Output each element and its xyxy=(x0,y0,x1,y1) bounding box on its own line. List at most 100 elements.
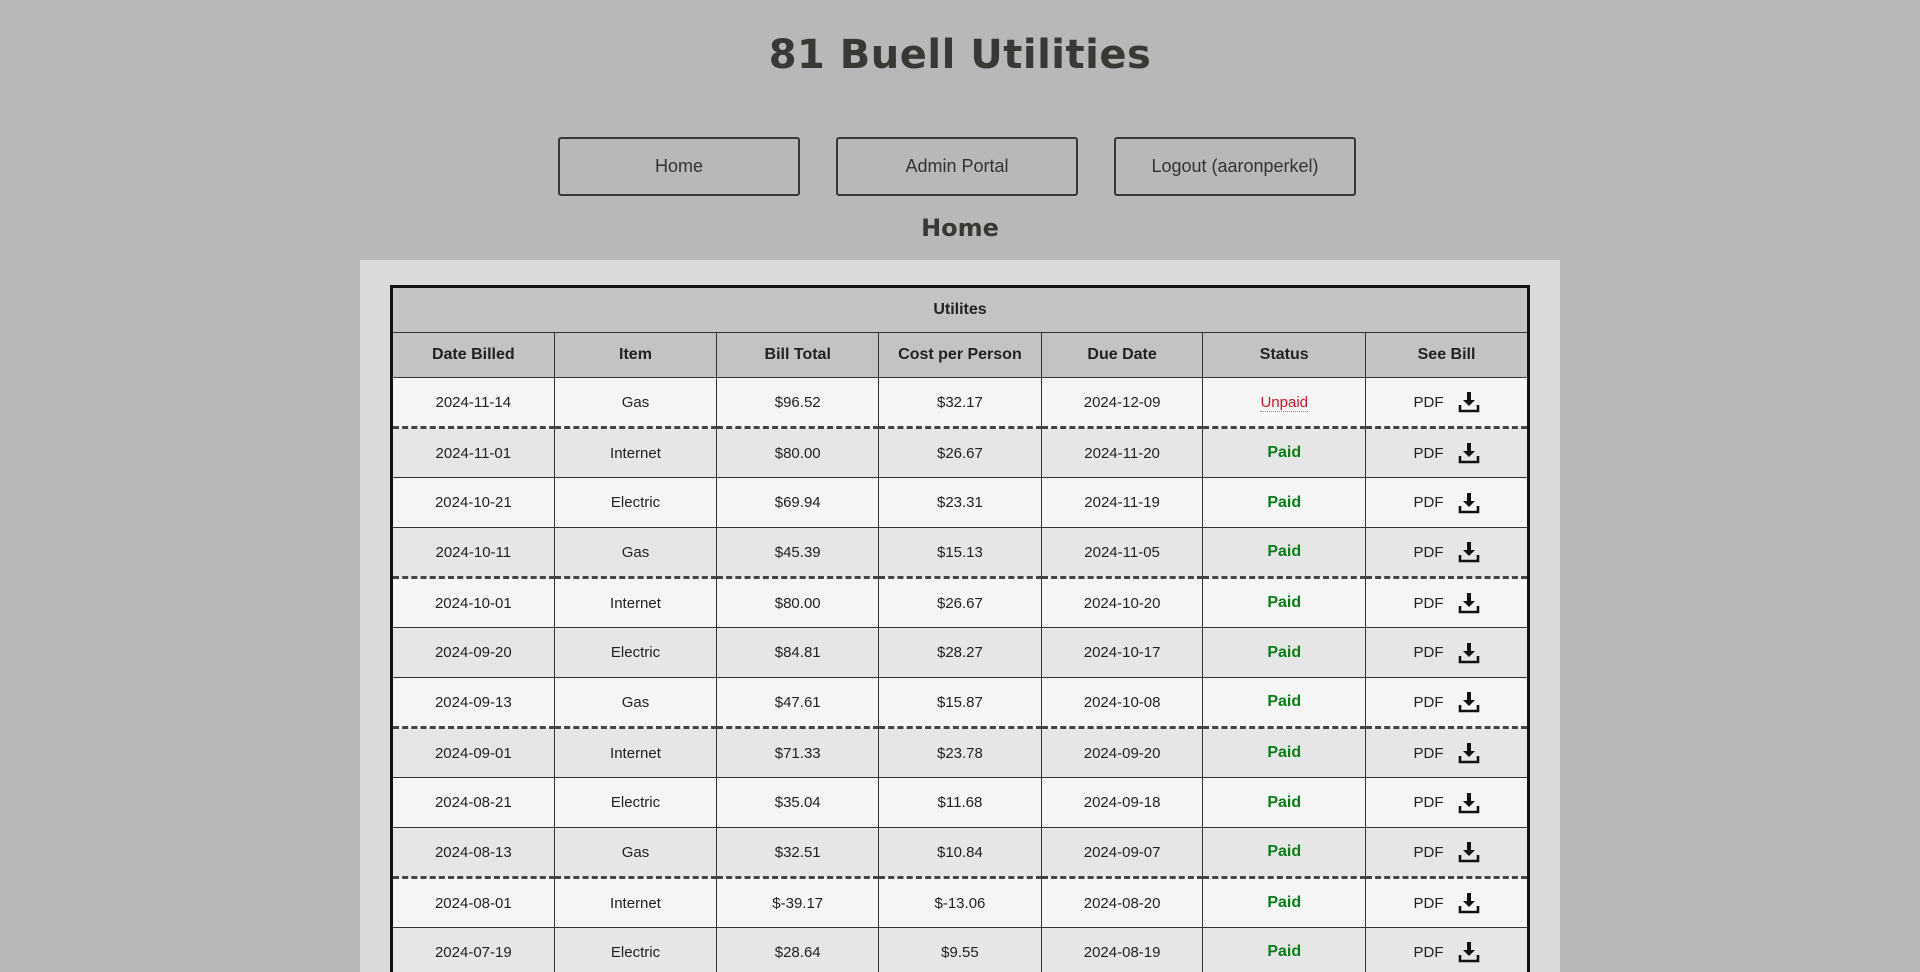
date-billed-cell: 2024-10-21 xyxy=(391,477,555,528)
download-icon[interactable] xyxy=(1458,742,1480,764)
status-cell: Paid xyxy=(1202,927,1367,972)
pdf-download-link[interactable]: PDF xyxy=(1414,941,1480,963)
status-badge: Paid xyxy=(1267,444,1302,461)
item-name: Electric xyxy=(610,644,661,661)
see-bill-cell: PDF xyxy=(1365,527,1529,579)
bill-total-cell: $45.39 xyxy=(716,527,880,579)
item-cell: Internet xyxy=(553,877,718,928)
download-icon[interactable] xyxy=(1458,492,1480,514)
status-badge[interactable]: Unpaid xyxy=(1260,393,1308,412)
status-badge: Paid xyxy=(1267,793,1302,811)
status-cell: Paid xyxy=(1202,677,1367,729)
download-icon[interactable] xyxy=(1458,691,1480,713)
pdf-label: PDF xyxy=(1413,894,1444,912)
admin-portal-button[interactable]: Admin Portal xyxy=(836,137,1078,196)
item-cell: Internet xyxy=(553,727,718,778)
pdf-label: PDF xyxy=(1413,644,1444,661)
download-icon[interactable] xyxy=(1458,892,1480,914)
date-billed-cell: 2024-09-20 xyxy=(391,627,555,678)
due-date-cell: 2024-11-05 xyxy=(1040,527,1204,579)
see-bill-cell: PDF xyxy=(1365,777,1529,828)
pdf-download-link[interactable]: PDF xyxy=(1414,892,1480,914)
pdf-label: PDF xyxy=(1413,543,1444,561)
pdf-download-link[interactable]: PDF xyxy=(1414,592,1480,614)
date-billed: 2024-11-14 xyxy=(435,393,512,411)
cost-per-person: $23.31 xyxy=(936,494,983,511)
pdf-download-link[interactable]: PDF xyxy=(1414,391,1480,413)
status-badge: Paid xyxy=(1267,594,1302,611)
pdf-download-link[interactable]: PDF xyxy=(1414,492,1480,514)
due-date-cell: 2024-11-19 xyxy=(1040,477,1204,528)
date-billed-cell: 2024-10-01 xyxy=(391,577,555,628)
date-billed: 2024-09-20 xyxy=(434,644,512,661)
download-icon[interactable] xyxy=(1458,642,1480,664)
bill-total-cell: $71.33 xyxy=(716,727,880,778)
status-badge: Paid xyxy=(1267,894,1302,911)
due-date: 2024-09-18 xyxy=(1083,794,1161,811)
bill-total: $96.52 xyxy=(774,393,821,411)
status-badge: Paid xyxy=(1267,943,1302,960)
nav-bar: Home Admin Portal Logout (aaronperkel) xyxy=(558,137,1356,196)
cost-per-person-cell: $-13.06 xyxy=(878,877,1042,928)
status-cell: Paid xyxy=(1202,827,1367,879)
bill-total: $32.51 xyxy=(774,843,821,861)
date-billed: 2024-08-21 xyxy=(434,794,512,811)
cost-per-person: $26.67 xyxy=(936,444,983,462)
table-row: 2024-10-01 Internet $80.00 $26.67 2024-1… xyxy=(391,577,1529,628)
download-icon[interactable] xyxy=(1458,541,1480,563)
download-icon[interactable] xyxy=(1458,592,1480,614)
table-row: 2024-09-20 Electric $84.81 $28.27 2024-1… xyxy=(391,627,1529,678)
date-billed: 2024-08-13 xyxy=(434,843,512,861)
page-heading: Home xyxy=(921,214,999,242)
date-billed: 2024-10-11 xyxy=(435,543,512,561)
see-bill-cell: PDF xyxy=(1365,477,1529,528)
due-date-cell: 2024-09-20 xyxy=(1040,727,1204,778)
download-icon[interactable] xyxy=(1458,792,1480,814)
download-icon[interactable] xyxy=(1458,941,1480,963)
date-billed-cell: 2024-10-11 xyxy=(391,527,555,579)
header-see-bill: See Bill xyxy=(1365,332,1529,378)
cost-per-person-cell: $26.67 xyxy=(878,577,1042,628)
see-bill-cell: PDF xyxy=(1365,727,1529,778)
cost-per-person-cell: $9.55 xyxy=(878,927,1042,972)
table-row: 2024-10-11 Gas $45.39 $15.13 2024-11-05 … xyxy=(391,527,1529,579)
bill-total-cell: $80.00 xyxy=(716,427,880,478)
download-icon[interactable] xyxy=(1458,841,1480,863)
date-billed-cell: 2024-09-13 xyxy=(391,677,555,729)
due-date: 2024-10-17 xyxy=(1083,644,1161,661)
download-icon[interactable] xyxy=(1458,442,1480,464)
cost-per-person: $9.55 xyxy=(941,943,979,961)
item-cell: Electric xyxy=(553,627,718,678)
item-name: Electric xyxy=(610,494,661,511)
item-name: Electric xyxy=(610,794,661,811)
cost-per-person: $10.84 xyxy=(936,843,983,861)
bill-total-cell: $47.61 xyxy=(716,677,880,729)
due-date-cell: 2024-08-20 xyxy=(1040,877,1204,928)
date-billed-cell: 2024-11-14 xyxy=(391,377,555,429)
date-billed-cell: 2024-08-13 xyxy=(391,827,555,879)
status-cell: Paid xyxy=(1202,877,1367,928)
bill-total-cell: $96.52 xyxy=(716,377,880,429)
pdf-download-link[interactable]: PDF xyxy=(1414,691,1480,713)
pdf-download-link[interactable]: PDF xyxy=(1414,841,1480,863)
item-cell: Gas xyxy=(553,827,718,879)
logout-button[interactable]: Logout (aaronperkel) xyxy=(1114,137,1356,196)
date-billed: 2024-10-21 xyxy=(434,494,512,511)
date-billed: 2024-11-01 xyxy=(435,444,512,462)
cost-per-person: $15.13 xyxy=(936,543,983,561)
pdf-download-link[interactable]: PDF xyxy=(1414,792,1480,814)
pdf-label: PDF xyxy=(1413,744,1444,762)
pdf-download-link[interactable]: PDF xyxy=(1414,742,1480,764)
status-badge: Paid xyxy=(1267,543,1302,560)
pdf-download-link[interactable]: PDF xyxy=(1414,642,1480,664)
due-date-cell: 2024-09-18 xyxy=(1040,777,1204,828)
status-cell: Paid xyxy=(1202,527,1367,579)
home-button[interactable]: Home xyxy=(558,137,800,196)
pdf-download-link[interactable]: PDF xyxy=(1414,541,1480,563)
pdf-download-link[interactable]: PDF xyxy=(1414,442,1480,464)
cost-per-person-cell: $11.68 xyxy=(878,777,1042,828)
header-cost-per-person: Cost per Person xyxy=(878,332,1042,378)
download-icon[interactable] xyxy=(1458,391,1480,413)
due-date: 2024-09-07 xyxy=(1083,843,1161,861)
bill-total-cell: $69.94 xyxy=(716,477,880,528)
